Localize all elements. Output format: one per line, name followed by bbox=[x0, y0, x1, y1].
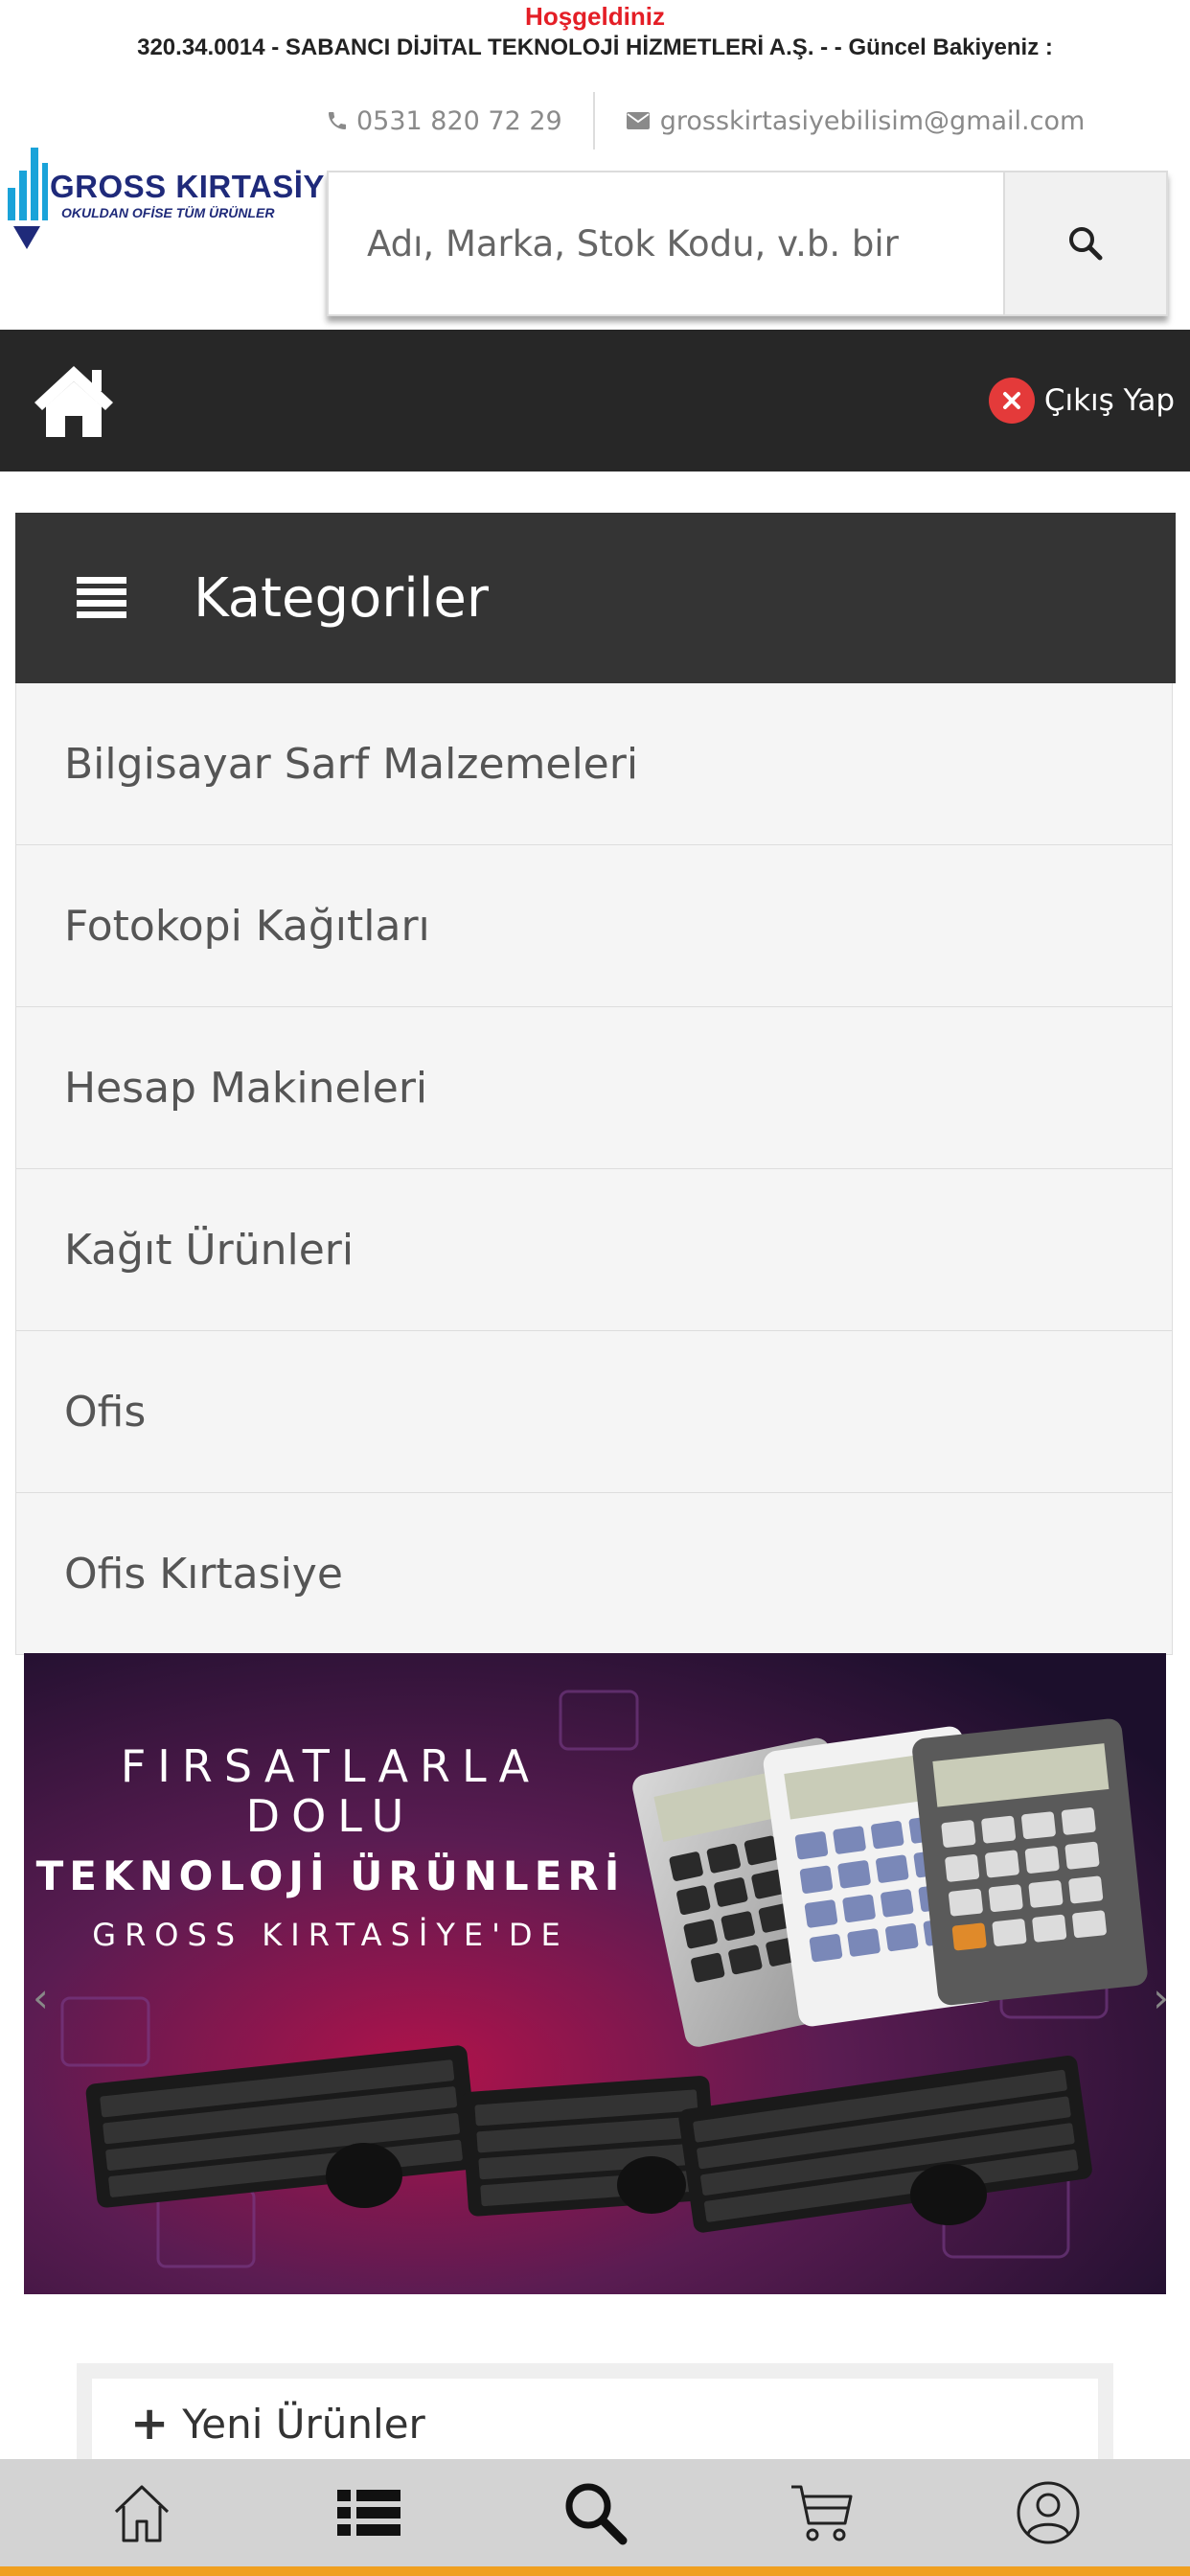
banner-line-1: FIRSATLARLA bbox=[120, 1740, 541, 1792]
home-button[interactable] bbox=[31, 360, 117, 441]
site-logo[interactable]: GROSS KIRTASİYE OKULDAN OFİSE TÜM ÜRÜNLE… bbox=[6, 142, 346, 255]
new-products-section: + Yeni Ürünler bbox=[77, 2363, 1113, 2469]
top-navbar: Çıkış Yap bbox=[0, 330, 1190, 472]
search-bar bbox=[327, 171, 1168, 316]
bottom-nav-cart[interactable] bbox=[778, 2470, 864, 2556]
cart-icon bbox=[791, 2485, 853, 2542]
logo-tagline: OKULDAN OFİSE TÜM ÜRÜNLER bbox=[61, 205, 275, 220]
bottom-nav bbox=[0, 2459, 1190, 2566]
home-icon bbox=[34, 366, 113, 437]
welcome-text: Hoşgeldiniz bbox=[525, 2, 665, 31]
phone-number: 0531 820 72 29 bbox=[356, 105, 562, 136]
banner-headline: FIRSATLARLA DOLU TEKNOLOJİ ÜRÜNLERİ GROS… bbox=[24, 1741, 637, 1953]
carousel-prev-button[interactable]: ‹ bbox=[33, 1974, 49, 2021]
contact-phone[interactable]: 0531 820 72 29 bbox=[326, 106, 593, 136]
banner-line-4: GROSS KIRTASİYE'DE bbox=[92, 1917, 569, 1953]
category-item[interactable]: Bilgisayar Sarf Malzemeleri bbox=[15, 683, 1173, 845]
logo-title: GROSS KIRTASİYE bbox=[50, 169, 347, 204]
banner-line-3: TEKNOLOJİ ÜRÜNLERİ bbox=[35, 1852, 626, 1899]
envelope-icon bbox=[626, 112, 650, 129]
search-input[interactable] bbox=[329, 172, 1003, 314]
category-item[interactable]: Kağıt Ürünleri bbox=[15, 1169, 1173, 1331]
logout-label: Çıkış Yap bbox=[1043, 383, 1175, 418]
search-button[interactable] bbox=[1003, 172, 1166, 314]
new-products-header[interactable]: + Yeni Ürünler bbox=[92, 2379, 1098, 2469]
promo-banner[interactable]: FIRSATLARLA DOLU TEKNOLOJİ ÜRÜNLERİ GROS… bbox=[24, 1653, 1166, 2294]
new-products-title: Yeni Ürünler bbox=[182, 2400, 425, 2448]
bottom-nav-list[interactable] bbox=[326, 2470, 412, 2556]
bottom-nav-search[interactable] bbox=[552, 2470, 638, 2556]
contact-row: 0531 820 72 29 grosskirtasiyebilisim@gma… bbox=[326, 92, 1169, 150]
category-item[interactable]: Hesap Makineleri bbox=[15, 1007, 1173, 1169]
banner-line-2: DOLU bbox=[245, 1790, 416, 1842]
home-icon bbox=[115, 2485, 170, 2542]
plus-icon: + bbox=[130, 2397, 170, 2450]
categories-title: Kategoriler bbox=[194, 566, 489, 630]
phone-icon bbox=[329, 112, 346, 129]
category-item[interactable]: Fotokopi Kağıtları bbox=[15, 845, 1173, 1007]
email-address: grosskirtasiyebilisim@gmail.com bbox=[659, 105, 1086, 136]
close-circle-icon bbox=[988, 378, 1035, 424]
list-icon bbox=[336, 2490, 400, 2536]
contact-email[interactable]: grosskirtasiyebilisim@gmail.com bbox=[595, 105, 1086, 136]
logout-button[interactable]: Çıkış Yap bbox=[988, 378, 1175, 424]
categories-header[interactable]: Kategoriler bbox=[15, 513, 1176, 683]
bottom-nav-account[interactable] bbox=[1005, 2470, 1091, 2556]
category-item[interactable]: Ofis bbox=[15, 1331, 1173, 1493]
search-icon bbox=[1069, 227, 1103, 261]
search-icon bbox=[565, 2483, 628, 2545]
user-icon bbox=[1017, 2481, 1080, 2544]
category-item[interactable]: Ofis Kırtasiye bbox=[15, 1493, 1173, 1655]
bottom-nav-home[interactable] bbox=[99, 2470, 185, 2556]
category-list: Bilgisayar Sarf Malzemeleri Fotokopi Kağ… bbox=[15, 683, 1173, 1655]
bottom-accent-bar bbox=[0, 2566, 1190, 2576]
carousel-next-button[interactable]: › bbox=[1153, 1974, 1169, 2021]
account-info: 320.34.0014 - SABANCI DİJİTAL TEKNOLOJİ … bbox=[137, 34, 1053, 60]
hamburger-menu-icon bbox=[77, 577, 126, 618]
